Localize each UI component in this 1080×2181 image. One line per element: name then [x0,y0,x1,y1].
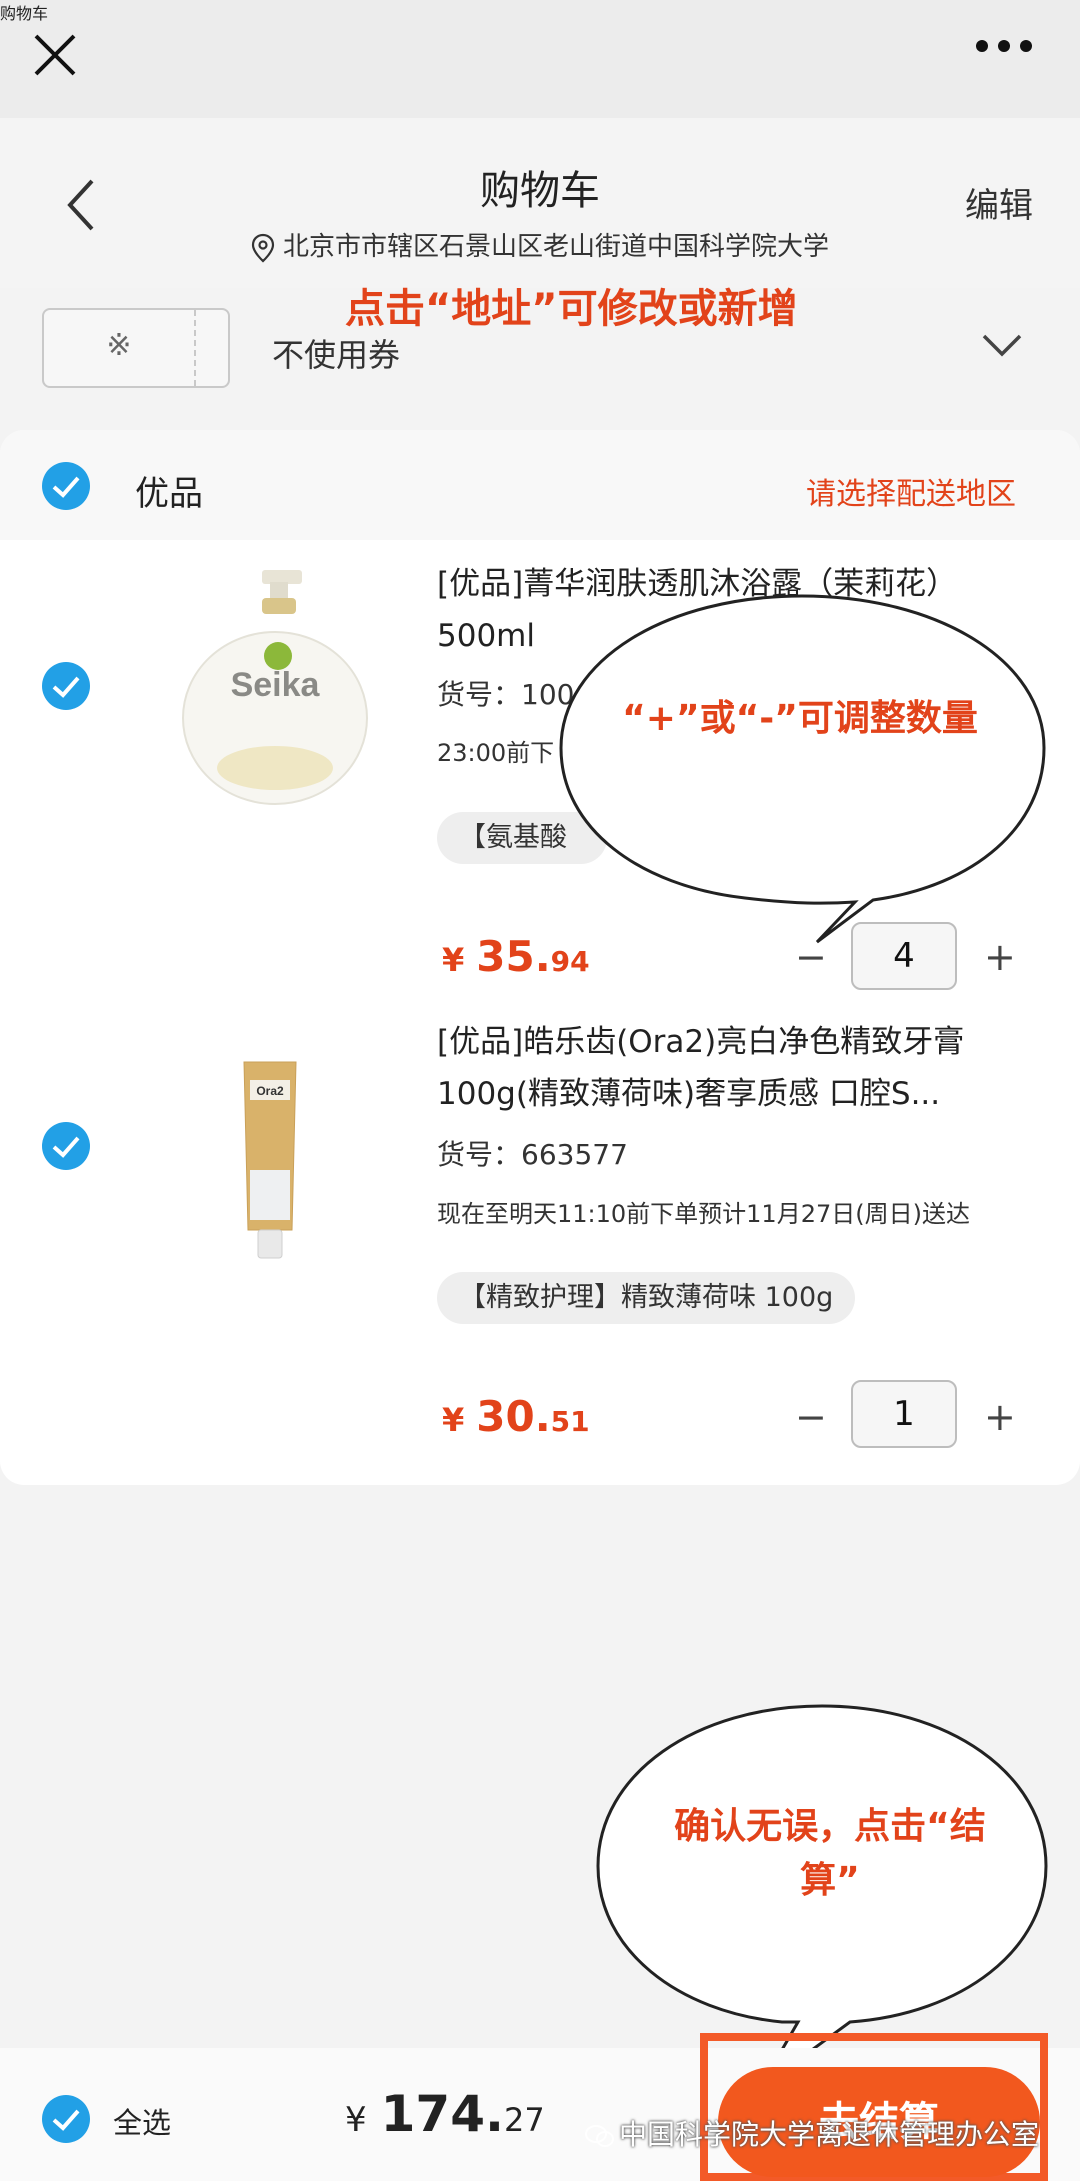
coupon-label[interactable]: 不使用券 [272,330,400,376]
item-variant-tag[interactable]: 【精致护理】精致薄荷味 100g [437,1272,856,1324]
checkmark-icon [52,676,80,698]
page-title: 购物车 [480,168,600,214]
address-hint-annotation: 点击“地址”可修改或新增 [345,286,798,332]
brand-label: Ora2 [256,1084,284,1098]
quantity-hint-annotation: “+”或“-”可调整数量 [622,698,978,739]
coupon-symbol: ※ [106,328,132,363]
quantity-plus-button[interactable]: + [984,1395,1016,1439]
checkmark-icon [52,476,80,498]
select-all-checkbox[interactable] [42,2095,90,2143]
item-sku: 货号：663577 [437,1138,628,1171]
shop-checkbox[interactable] [42,462,90,510]
item-checkbox[interactable] [42,662,90,710]
product-image-toothpaste[interactable]: Ora2 [240,1060,300,1260]
coupon-ticket-icon[interactable]: ※ [42,308,230,388]
wechat-icon [585,2125,614,2147]
brand-label: Seika [231,666,321,704]
shop-name: 优品 [135,474,203,514]
select-all-label[interactable]: 全选 [113,2100,171,2142]
address-text: 北京市市辖区石景山区老山街道中国科学院大学 [282,232,829,262]
watermark: 中国科学院大学离退休管理办公室 [585,2113,1039,2153]
close-icon[interactable] [30,30,80,80]
checkout-hint-annotation: 确认无误，点击“结算” [674,1806,986,1901]
quantity-minus-button[interactable]: − [795,1395,827,1439]
checkmark-icon [52,2109,80,2131]
chevron-down-icon[interactable] [980,330,1024,360]
more-menu-icon[interactable] [975,36,1033,60]
location-pin-icon [251,233,275,262]
select-region-link[interactable]: 请选择配送地区 [806,469,1016,513]
item-checkbox[interactable] [42,1122,90,1170]
delivery-address[interactable]: 北京市市辖区石景山区老山街道中国科学院大学 [0,226,1080,263]
total-price: ¥174.27 [345,2085,545,2143]
checkmark-icon [52,1136,80,1158]
item-title[interactable]: [优品]皓乐齿(Ora2)亮白净色精致牙膏100g(精致薄荷味)奢享质感 口腔S… [437,1016,1042,1120]
item-delivery: 23:00前下 [437,739,555,767]
quantity-hint-bubble [559,594,1046,944]
item-price: ¥30.51 [442,1392,590,1441]
item-delivery: 现在至明天11:10前下单预计11月27日(周日)送达 [437,1200,970,1228]
edit-button[interactable]: 编辑 [965,178,1033,227]
window-title: 购物车 [0,4,49,23]
quantity-input[interactable]: 1 [851,1380,957,1448]
product-image-body-wash[interactable]: Seika [170,568,380,808]
